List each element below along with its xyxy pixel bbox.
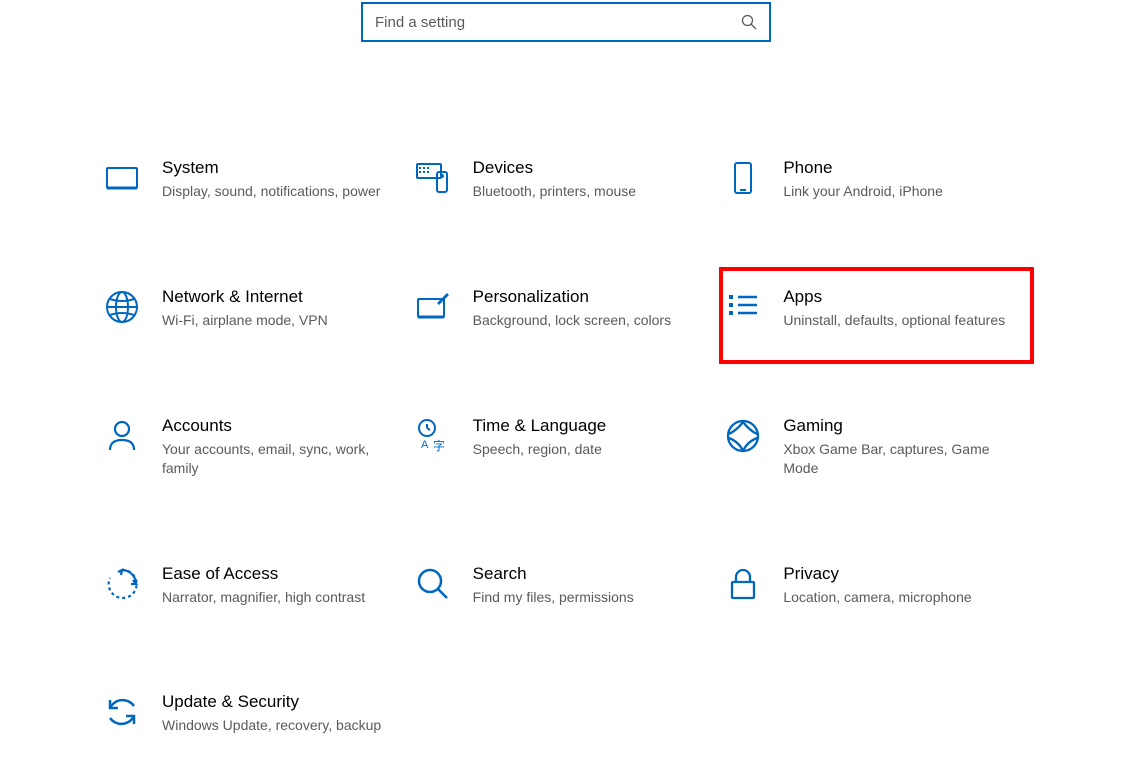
tile-desc: Find my files, permissions	[473, 588, 706, 607]
apps-icon	[725, 289, 761, 325]
tile-title: Network & Internet	[162, 287, 395, 307]
tile-desc: Location, camera, microphone	[783, 588, 1016, 607]
tile-time-language[interactable]: A 字 Time & Language Speech, region, date	[411, 408, 722, 486]
tile-title: Devices	[473, 158, 706, 178]
devices-icon	[415, 160, 451, 196]
tile-phone[interactable]: Phone Link your Android, iPhone	[721, 150, 1032, 209]
tile-apps[interactable]: Apps Uninstall, defaults, optional featu…	[721, 269, 1032, 362]
tile-personalization[interactable]: Personalization Background, lock screen,…	[411, 279, 722, 338]
tile-desc: Link your Android, iPhone	[783, 182, 1016, 201]
tile-search[interactable]: Search Find my files, permissions	[411, 556, 722, 615]
tile-title: Time & Language	[473, 416, 706, 436]
tile-desc: Bluetooth, printers, mouse	[473, 182, 706, 201]
tile-devices[interactable]: Devices Bluetooth, printers, mouse	[411, 150, 722, 209]
tile-title: Search	[473, 564, 706, 584]
search-input[interactable]	[375, 14, 741, 31]
tile-desc: Wi-Fi, airplane mode, VPN	[162, 311, 395, 330]
tile-title: Phone	[783, 158, 1016, 178]
tile-system[interactable]: System Display, sound, notifications, po…	[100, 150, 411, 209]
tile-title: System	[162, 158, 395, 178]
tile-title: Apps	[783, 287, 1016, 307]
gaming-icon	[725, 418, 761, 454]
tile-desc: Windows Update, recovery, backup	[162, 716, 395, 735]
privacy-icon	[725, 566, 761, 602]
tile-desc: Your accounts, email, sync, work, family	[162, 440, 395, 478]
tile-desc: Display, sound, notifications, power	[162, 182, 395, 201]
tile-desc: Background, lock screen, colors	[473, 311, 706, 330]
tile-desc: Uninstall, defaults, optional features	[783, 311, 1016, 330]
tile-gaming[interactable]: Gaming Xbox Game Bar, captures, Game Mod…	[721, 408, 1032, 486]
tile-title: Personalization	[473, 287, 706, 307]
time-language-icon: A 字	[415, 418, 451, 454]
ease-of-access-icon	[104, 566, 140, 602]
settings-grid: System Display, sound, notifications, po…	[0, 150, 1132, 743]
tile-desc: Xbox Game Bar, captures, Game Mode	[783, 440, 1016, 478]
tile-ease-of-access[interactable]: Ease of Access Narrator, magnifier, high…	[100, 556, 411, 615]
tile-title: Ease of Access	[162, 564, 395, 584]
svg-text:字: 字	[433, 438, 445, 453]
tile-title: Gaming	[783, 416, 1016, 436]
system-icon	[104, 160, 140, 196]
tile-title: Privacy	[783, 564, 1016, 584]
search-box[interactable]	[361, 2, 771, 42]
phone-icon	[725, 160, 761, 196]
search-tile-icon	[415, 566, 451, 602]
tile-desc: Speech, region, date	[473, 440, 706, 459]
tile-update-security[interactable]: Update & Security Windows Update, recove…	[100, 684, 411, 743]
tile-desc: Narrator, magnifier, high contrast	[162, 588, 395, 607]
tile-title: Accounts	[162, 416, 395, 436]
svg-text:A: A	[421, 439, 429, 451]
globe-icon	[104, 289, 140, 325]
tile-accounts[interactable]: Accounts Your accounts, email, sync, wor…	[100, 408, 411, 486]
accounts-icon	[104, 418, 140, 454]
update-icon	[104, 694, 140, 730]
search-icon	[741, 14, 757, 30]
tile-privacy[interactable]: Privacy Location, camera, microphone	[721, 556, 1032, 615]
tile-network[interactable]: Network & Internet Wi-Fi, airplane mode,…	[100, 279, 411, 338]
personalization-icon	[415, 289, 451, 325]
tile-title: Update & Security	[162, 692, 395, 712]
